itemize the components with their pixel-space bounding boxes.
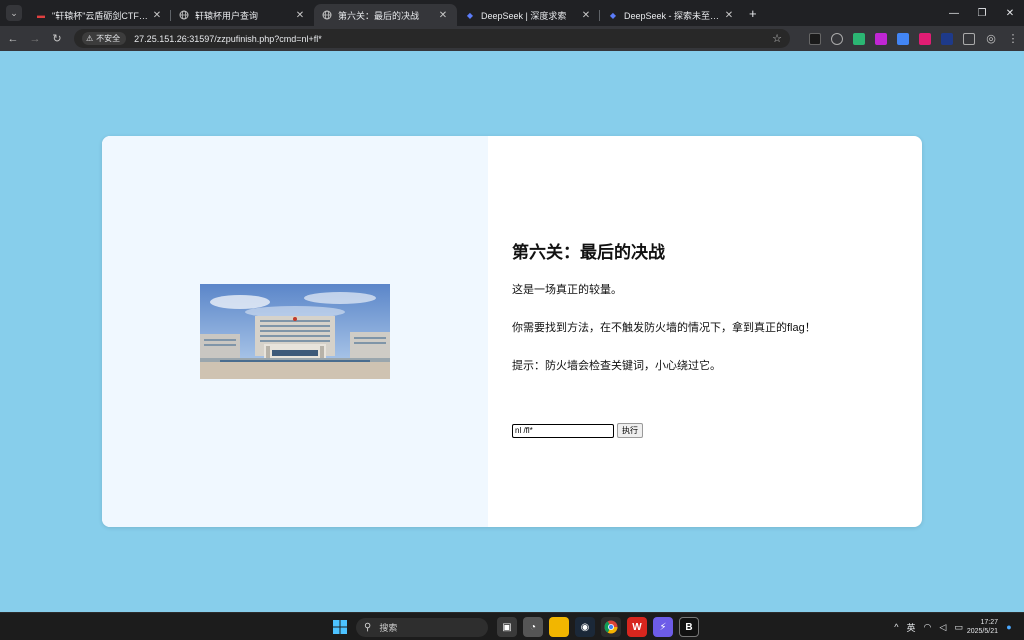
deepseek-icon: ◆ — [609, 10, 617, 20]
security-indicator[interactable]: ⚠ 不安全 — [82, 32, 127, 45]
tab-user-query[interactable]: 轩辕杯用户查询 ✕ — [171, 4, 314, 26]
translate-icon[interactable] — [897, 32, 909, 45]
page-title: 第六关：最后的决战 — [512, 243, 665, 262]
battery-icon[interactable]: ▭ — [954, 622, 963, 633]
command-form: 执行 — [512, 423, 643, 438]
windows-taskbar: ⚲ 搜索 ▣ ◔ ◉ W ⚡ B ^ 英 ◠ ◁ ▭ 17:27 2025/5/… — [0, 612, 1024, 640]
tab-title: 轩辕杯用户查询 — [195, 10, 259, 21]
notification-bell-icon[interactable]: ● — [1002, 620, 1016, 634]
deepseek-icon: ◆ — [466, 10, 474, 20]
new-tab-button[interactable]: + — [749, 6, 757, 21]
security-label: 不安全 — [96, 34, 121, 43]
card-text-panel: 第六关：最后的决战 这是一场真正的较量。 你需要找到方法，在不触发防火墙的情况下… — [488, 136, 922, 527]
execute-button[interactable]: 执行 — [617, 423, 643, 438]
extension-icon[interactable] — [853, 32, 865, 45]
cmd-input[interactable] — [512, 423, 614, 438]
globe-icon — [322, 10, 332, 20]
close-tab-icon[interactable]: ✕ — [580, 10, 592, 21]
intro-text: 这是一场真正的较量。 — [512, 284, 622, 296]
forward-icon[interactable]: → — [24, 33, 46, 45]
clock[interactable]: 17:27 2025/5/21 — [967, 618, 998, 636]
tab-title: DeepSeek - 探索未至之境 — [624, 10, 723, 21]
restore-icon[interactable]: ❐ — [968, 0, 996, 26]
ime-indicator[interactable]: 英 — [907, 621, 916, 634]
taskbar-search[interactable]: ⚲ 搜索 — [356, 617, 488, 637]
tab-deepseek-explore[interactable]: ◆ DeepSeek - 探索未至之境 ✕ — [600, 4, 743, 26]
tab-title: 第六关：最后的决战 — [338, 10, 420, 21]
globe-icon — [179, 10, 189, 20]
wps-icon[interactable]: W — [627, 617, 647, 637]
card-image-panel — [102, 136, 488, 527]
hint-text: 提示：防火墙会检查关键词，小心绕过它。 — [512, 360, 721, 372]
close-tab-icon[interactable]: ✕ — [723, 10, 735, 21]
minimize-icon[interactable]: — — [940, 0, 968, 26]
tab-deepseek[interactable]: ◆ DeepSeek | 深度求索 ✕ — [457, 4, 600, 26]
tab-final-battle[interactable]: 第六关：最后的决战 ✕ — [314, 4, 457, 26]
window-controls: — ❐ ✕ — [940, 0, 1024, 26]
volume-icon[interactable]: ◁ — [939, 622, 946, 633]
url-text[interactable]: 27.25.151.26:31597/zzpufinish.php?cmd=nl… — [134, 34, 772, 44]
toolbar-right: ◎ ⋮ — [980, 32, 1024, 45]
chrome-icon[interactable] — [601, 617, 621, 637]
extension-icon[interactable] — [919, 32, 931, 45]
steam-icon[interactable]: ◉ — [575, 617, 595, 637]
ctf-flag-icon: ▬ — [37, 10, 45, 20]
close-tab-icon[interactable]: ✕ — [151, 10, 163, 21]
more-menu-icon[interactable]: ⋮ — [1002, 32, 1024, 45]
address-bar[interactable]: ⚠ 不安全 27.25.151.26:31597/zzpufinish.php?… — [74, 29, 790, 48]
extension-icon[interactable] — [809, 32, 821, 45]
profile-icon[interactable]: ◎ — [980, 32, 1002, 45]
extension-icon[interactable] — [941, 32, 953, 45]
extension-icon[interactable] — [831, 32, 843, 45]
task-text: 你需要找到方法，在不触发防火墙的情况下，拿到真正的flag！ — [512, 322, 816, 334]
app-icon[interactable]: ◔ — [523, 617, 543, 637]
app-icon[interactable]: ⚡ — [653, 617, 673, 637]
tab-title: "轩辕杯"云盾砺剑CTF挑战赛 — [52, 10, 151, 21]
browser-tab-strip: ⌄ ▬ "轩辕杯"云盾砺剑CTF挑战赛 ✕ 轩辕杯用户查询 ✕ 第六关：最后的决… — [0, 0, 1024, 26]
system-tray: ^ 英 ◠ ◁ ▭ 17:27 2025/5/21 ● — [890, 613, 1024, 640]
search-label: 搜索 — [379, 622, 398, 633]
tab-title: DeepSeek | 深度求索 — [481, 10, 567, 21]
close-tab-icon[interactable]: ✕ — [437, 10, 449, 21]
task-view-icon[interactable]: ▣ — [497, 617, 517, 637]
challenge-content: 第六关：最后的决战 这是一场真正的较量。 你需要找到方法，在不触发防火墙的情况下… — [512, 238, 816, 395]
wifi-icon[interactable]: ◠ — [924, 622, 932, 633]
reload-icon[interactable]: ↻ — [46, 32, 68, 45]
date: 2025/5/21 — [966, 628, 998, 635]
burp-icon[interactable]: B — [679, 617, 699, 637]
file-explorer-icon[interactable] — [549, 617, 569, 637]
back-icon[interactable]: ← — [2, 33, 24, 45]
taskbar-center: ⚲ 搜索 ▣ ◔ ◉ W ⚡ B — [330, 616, 702, 638]
search-icon: ⚲ — [364, 621, 372, 633]
bookmark-star-icon[interactable]: ☆ — [772, 32, 782, 45]
tab-ctf-challenge[interactable]: ▬ "轩辕杯"云盾砺剑CTF挑战赛 ✕ — [28, 4, 171, 26]
extensions-area — [804, 32, 980, 45]
windows-start-icon[interactable] — [330, 617, 350, 637]
page-viewport: 第六关：最后的决战 这是一场真正的较量。 你需要找到方法，在不触发防火墙的情况下… — [0, 51, 1024, 612]
challenge-card: 第六关：最后的决战 这是一场真正的较量。 你需要找到方法，在不触发防火墙的情况下… — [102, 136, 922, 527]
browser-toolbar: ← → ↻ ⚠ 不安全 27.25.151.26:31597/zzpufinis… — [0, 26, 1024, 51]
chevron-up-icon[interactable]: ^ — [894, 622, 898, 632]
government-building-photo — [200, 284, 390, 379]
time: 17:27 — [980, 619, 998, 626]
close-window-icon[interactable]: ✕ — [996, 0, 1024, 26]
close-tab-icon[interactable]: ✕ — [294, 10, 306, 21]
warning-icon: ⚠ — [86, 34, 94, 43]
tab-search-button[interactable]: ⌄ — [6, 5, 22, 21]
extension-icon[interactable] — [875, 32, 887, 45]
puzzle-icon[interactable] — [963, 32, 975, 45]
